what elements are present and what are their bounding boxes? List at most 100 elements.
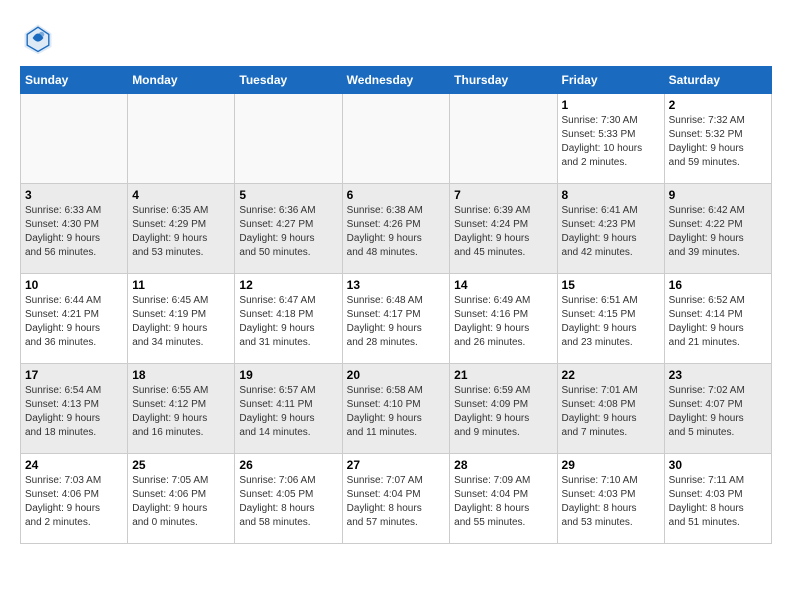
calendar-week-row: 24 Sunrise: 7:03 AM Sunset: 4:06 PM Dayli…: [21, 454, 772, 544]
calendar-day: 8 Sunrise: 6:41 AM Sunset: 4:23 PM Daylig…: [557, 184, 664, 274]
day-info: Sunrise: 6:42 AM Sunset: 4:22 PM Dayligh…: [669, 204, 767, 260]
day-info: Sunrise: 7:30 AM Sunset: 5:33 PM Dayligh…: [562, 114, 660, 170]
calendar-day: 5Sunrise: 6:36 AM Sunset: 4:27 PM Daylig…: [235, 184, 342, 274]
calendar-day: 1 Sunrise: 7:30 AM Sunset: 5:33 PM Daylig…: [557, 94, 664, 184]
weekday-header: Sunday: [21, 67, 128, 94]
day-info: Sunrise: 6:39 AM Sunset: 4:24 PM Dayligh…: [454, 204, 552, 260]
day-info: Sunrise: 6:55 AM Sunset: 4:12 PM Dayligh…: [132, 384, 230, 440]
day-info: Sunrise: 7:06 AM Sunset: 4:05 PM Dayligh…: [239, 474, 337, 530]
calendar-day: 26 Sunrise: 7:06 AM Sunset: 4:05 PM Dayli…: [235, 454, 342, 544]
day-number: 9: [669, 188, 767, 202]
calendar-week-row: 1 Sunrise: 7:30 AM Sunset: 5:33 PM Daylig…: [21, 94, 772, 184]
day-info: Sunrise: 7:02 AM Sunset: 4:07 PM Dayligh…: [669, 384, 767, 440]
day-info: Sunrise: 6:45 AM Sunset: 4:19 PM Dayligh…: [132, 294, 230, 350]
day-number: 30: [669, 458, 767, 472]
calendar-table: SundayMondayTuesdayWednesdayThursdayFrid…: [20, 66, 772, 544]
day-number: 14: [454, 278, 552, 292]
calendar-week-row: 17 Sunrise: 6:54 AM Sunset: 4:13 PM Dayli…: [21, 364, 772, 454]
day-info: Sunrise: 7:01 AM Sunset: 4:08 PM Dayligh…: [562, 384, 660, 440]
calendar-day: [342, 94, 450, 184]
day-info: Sunrise: 7:03 AM Sunset: 4:06 PM Dayligh…: [25, 474, 123, 530]
day-info: Sunrise: 6:41 AM Sunset: 4:23 PM Dayligh…: [562, 204, 660, 260]
weekday-header: Tuesday: [235, 67, 342, 94]
calendar-day: 22 Sunrise: 7:01 AM Sunset: 4:08 PM Dayli…: [557, 364, 664, 454]
day-info: Sunrise: 6:58 AM Sunset: 4:10 PM Dayligh…: [347, 384, 446, 440]
day-number: 18: [132, 368, 230, 382]
day-info: Sunrise: 7:32 AM Sunset: 5:32 PM Dayligh…: [669, 114, 767, 170]
logo-icon: [20, 20, 56, 56]
day-info: Sunrise: 6:33 AM Sunset: 4:30 PM Dayligh…: [25, 204, 123, 260]
calendar-day: 11Sunrise: 6:45 AM Sunset: 4:19 PM Dayli…: [128, 274, 235, 364]
day-number: 16: [669, 278, 767, 292]
calendar-day: [450, 94, 557, 184]
calendar-week-row: 3 Sunrise: 6:33 AM Sunset: 4:30 PM Daylig…: [21, 184, 772, 274]
calendar-day: 10 Sunrise: 6:44 AM Sunset: 4:21 PM Dayli…: [21, 274, 128, 364]
calendar-day: [21, 94, 128, 184]
day-number: 2: [669, 98, 767, 112]
calendar-week-row: 10 Sunrise: 6:44 AM Sunset: 4:21 PM Dayli…: [21, 274, 772, 364]
weekday-header-row: SundayMondayTuesdayWednesdayThursdayFrid…: [21, 67, 772, 94]
day-info: Sunrise: 6:44 AM Sunset: 4:21 PM Dayligh…: [25, 294, 123, 350]
day-info: Sunrise: 6:59 AM Sunset: 4:09 PM Dayligh…: [454, 384, 552, 440]
day-number: 17: [25, 368, 123, 382]
day-number: 25: [132, 458, 230, 472]
day-number: 21: [454, 368, 552, 382]
calendar-day: 13Sunrise: 6:48 AM Sunset: 4:17 PM Dayli…: [342, 274, 450, 364]
day-number: 1: [562, 98, 660, 112]
day-info: Sunrise: 7:11 AM Sunset: 4:03 PM Dayligh…: [669, 474, 767, 530]
calendar-day: 18 Sunrise: 6:55 AM Sunset: 4:12 PM Dayli…: [128, 364, 235, 454]
day-number: 6: [347, 188, 446, 202]
day-info: Sunrise: 6:48 AM Sunset: 4:17 PM Dayligh…: [347, 294, 446, 350]
calendar-day: 9 Sunrise: 6:42 AM Sunset: 4:22 PM Daylig…: [664, 184, 771, 274]
calendar-day: 17 Sunrise: 6:54 AM Sunset: 4:13 PM Dayli…: [21, 364, 128, 454]
day-number: 28: [454, 458, 552, 472]
day-info: Sunrise: 6:54 AM Sunset: 4:13 PM Dayligh…: [25, 384, 123, 440]
calendar-day: 16Sunrise: 6:52 AM Sunset: 4:14 PM Dayli…: [664, 274, 771, 364]
day-number: 23: [669, 368, 767, 382]
day-info: Sunrise: 6:36 AM Sunset: 4:27 PM Dayligh…: [239, 204, 337, 260]
day-info: Sunrise: 6:47 AM Sunset: 4:18 PM Dayligh…: [239, 294, 337, 350]
day-info: Sunrise: 7:10 AM Sunset: 4:03 PM Dayligh…: [562, 474, 660, 530]
weekday-header: Monday: [128, 67, 235, 94]
day-info: Sunrise: 7:05 AM Sunset: 4:06 PM Dayligh…: [132, 474, 230, 530]
day-number: 27: [347, 458, 446, 472]
day-info: Sunrise: 6:51 AM Sunset: 4:15 PM Dayligh…: [562, 294, 660, 350]
day-info: Sunrise: 7:07 AM Sunset: 4:04 PM Dayligh…: [347, 474, 446, 530]
calendar-day: [128, 94, 235, 184]
weekday-header: Friday: [557, 67, 664, 94]
day-number: 3: [25, 188, 123, 202]
day-number: 26: [239, 458, 337, 472]
calendar-day: 24 Sunrise: 7:03 AM Sunset: 4:06 PM Dayli…: [21, 454, 128, 544]
calendar-day: 15 Sunrise: 6:51 AM Sunset: 4:15 PM Dayli…: [557, 274, 664, 364]
day-number: 15: [562, 278, 660, 292]
day-number: 24: [25, 458, 123, 472]
calendar-day: 25 Sunrise: 7:05 AM Sunset: 4:06 PM Dayli…: [128, 454, 235, 544]
day-info: Sunrise: 6:38 AM Sunset: 4:26 PM Dayligh…: [347, 204, 446, 260]
weekday-header: Wednesday: [342, 67, 450, 94]
calendar-day: 19 Sunrise: 6:57 AM Sunset: 4:11 PM Dayli…: [235, 364, 342, 454]
day-info: Sunrise: 6:57 AM Sunset: 4:11 PM Dayligh…: [239, 384, 337, 440]
day-number: 4: [132, 188, 230, 202]
calendar-day: 4Sunrise: 6:35 AM Sunset: 4:29 PM Daylig…: [128, 184, 235, 274]
calendar-day: 20 Sunrise: 6:58 AM Sunset: 4:10 PM Dayli…: [342, 364, 450, 454]
day-info: Sunrise: 7:09 AM Sunset: 4:04 PM Dayligh…: [454, 474, 552, 530]
day-number: 19: [239, 368, 337, 382]
weekday-header: Saturday: [664, 67, 771, 94]
calendar-day: 7 Sunrise: 6:39 AM Sunset: 4:24 PM Daylig…: [450, 184, 557, 274]
calendar-day: 6 Sunrise: 6:38 AM Sunset: 4:26 PM Daylig…: [342, 184, 450, 274]
calendar-day: 12 Sunrise: 6:47 AM Sunset: 4:18 PM Dayli…: [235, 274, 342, 364]
calendar-day: 27 Sunrise: 7:07 AM Sunset: 4:04 PM Dayli…: [342, 454, 450, 544]
calendar-day: 3 Sunrise: 6:33 AM Sunset: 4:30 PM Daylig…: [21, 184, 128, 274]
day-number: 7: [454, 188, 552, 202]
calendar-day: 23 Sunrise: 7:02 AM Sunset: 4:07 PM Dayli…: [664, 364, 771, 454]
day-number: 22: [562, 368, 660, 382]
day-number: 20: [347, 368, 446, 382]
day-number: 8: [562, 188, 660, 202]
calendar-day: [235, 94, 342, 184]
day-info: Sunrise: 6:49 AM Sunset: 4:16 PM Dayligh…: [454, 294, 552, 350]
calendar-day: 28 Sunrise: 7:09 AM Sunset: 4:04 PM Dayli…: [450, 454, 557, 544]
day-number: 29: [562, 458, 660, 472]
day-number: 12: [239, 278, 337, 292]
calendar-day: 14 Sunrise: 6:49 AM Sunset: 4:16 PM Dayli…: [450, 274, 557, 364]
day-number: 10: [25, 278, 123, 292]
